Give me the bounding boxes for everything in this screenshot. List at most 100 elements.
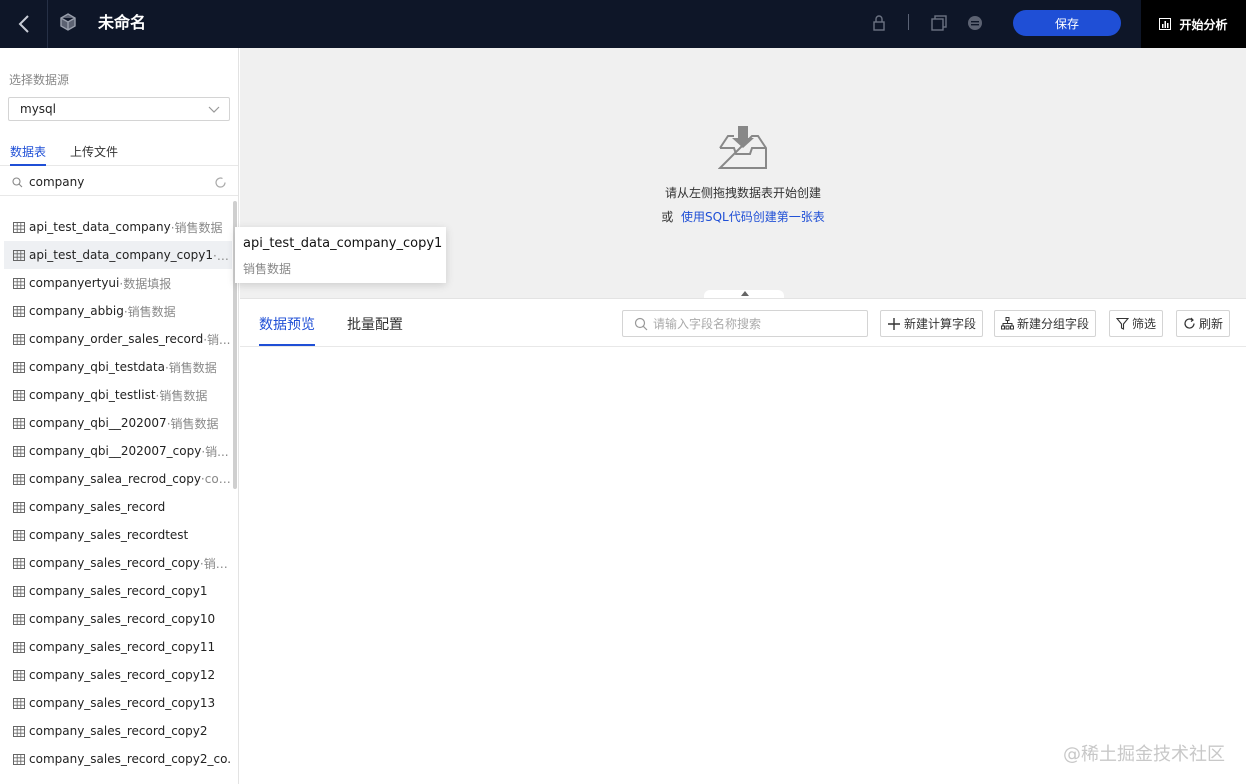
table-name: company_sales_record_copy1 [29, 584, 208, 598]
table-datasource: ·数据填报 [119, 276, 172, 291]
loading-icon [215, 177, 226, 188]
table-list-item[interactable]: company_abbig ·销售数据 [4, 297, 232, 325]
table-list-item[interactable]: company_qbi__202007 ·销售数据 [4, 409, 232, 437]
new-calc-field-button[interactable]: 新建计算字段 [880, 310, 984, 337]
table-list-item[interactable]: api_test_data_company_copy1·销... [4, 241, 232, 269]
table-list-item[interactable]: company_sales_record_copy2 [4, 717, 232, 745]
copy-icon[interactable] [930, 14, 948, 32]
table-list-item[interactable]: company_qbi__202007_copy ·销... [4, 437, 232, 465]
table-list-item[interactable]: api_test_data_company ·销售数据 [4, 213, 232, 241]
start-analysis-label: 开始分析 [1179, 17, 1228, 32]
table-name: company_order_sales_record [29, 332, 204, 346]
table-name: company_sales_record_copy2_co... [29, 752, 232, 766]
table-list-item[interactable]: company_sales_record [4, 493, 232, 521]
table-icon [13, 669, 25, 681]
table-icon [13, 361, 25, 373]
start-analysis-button[interactable]: 开始分析 [1141, 0, 1246, 48]
search-icon [12, 177, 23, 188]
lock-icon[interactable] [870, 14, 888, 32]
filter-icon [1116, 317, 1129, 330]
plus-icon [888, 317, 900, 330]
table-icon [13, 613, 25, 625]
table-list-item[interactable]: company_qbi_testlist ·销售数据 [4, 381, 232, 409]
table-name: company_qbi__202007_copy [29, 444, 202, 458]
refresh-button[interactable]: 刷新 [1176, 310, 1231, 337]
table-icon [13, 697, 25, 709]
table-icon [13, 725, 25, 737]
tab-data-preview[interactable]: 数据预览 [259, 314, 315, 334]
new-group-field-button[interactable]: 新建分组字段 [994, 310, 1097, 337]
table-icon [13, 305, 25, 317]
field-search-input[interactable] [653, 315, 853, 333]
table-name: company_sales_record_copy13 [29, 696, 216, 710]
table-list-item[interactable]: company_sales_record_copy1 [4, 577, 232, 605]
watermark: @稀土掘金技术社区 [1063, 744, 1225, 765]
table-datasource: ·销售数据 [155, 388, 208, 403]
table-list-item[interactable]: company_sales_record_copy10 [4, 605, 232, 633]
preview-tabs: 数据预览 批量配置 新建计算字段 新建分组字段 筛选 刷新 [240, 299, 1246, 347]
new-calc-field-label: 新建计算字段 [904, 317, 977, 331]
table-name: api_test_data_company [29, 220, 171, 234]
table-list-item[interactable]: company_sales_record_copy·销售... [4, 549, 232, 577]
filter-button[interactable]: 筛选 [1109, 310, 1164, 337]
bottom-panel: 数据预览 批量配置 新建计算字段 新建分组字段 筛选 刷新 [240, 298, 1246, 784]
datasource-select[interactable]: mysql [8, 97, 230, 121]
table-name: company_qbi__202007 [29, 416, 167, 430]
hierarchy-icon [1001, 317, 1014, 330]
left-panel: 选择数据源 mysql 数据表 上传文件 company api_test_da… [0, 48, 239, 784]
back-button[interactable] [0, 0, 48, 48]
or-text: 或 [661, 210, 674, 224]
table-name: company_sales_record_copy12 [29, 668, 216, 682]
field-search[interactable] [622, 310, 868, 337]
table-list-item[interactable]: company_sales_record_copy2_co... [4, 745, 232, 773]
table-search[interactable]: company [0, 170, 238, 196]
table-icon [13, 333, 25, 345]
caret-up-icon [741, 291, 749, 296]
active-tab-indicator [10, 164, 46, 166]
table-icon [13, 501, 25, 513]
table-list-item[interactable]: company_sales_record_copy12 [4, 661, 232, 689]
panel-splitter[interactable] [704, 290, 784, 298]
table-datasource: ·销售数据 [164, 360, 217, 375]
table-list-item[interactable]: company_sales_recordtest [4, 521, 232, 549]
tab-upload[interactable]: 上传文件 [70, 143, 118, 160]
table-list-item[interactable]: company_order_sales_record ·销... [4, 325, 232, 353]
table-list-item[interactable]: company_sales_record_copy11 [4, 633, 232, 661]
tooltip-title: api_test_data_company_copy1 [243, 236, 443, 251]
table-icon [13, 277, 25, 289]
table-icon [13, 221, 25, 233]
page-title[interactable]: 未命名 [98, 12, 146, 34]
table-datasource: ·销售数据 [170, 220, 223, 235]
cube-icon [60, 13, 76, 31]
table-list-item[interactable]: company_qbi_testdata ·销售数据 [4, 353, 232, 381]
save-button[interactable]: 保存 [1013, 10, 1121, 36]
table-icon [13, 445, 25, 457]
datasource-label: 选择数据源 [9, 73, 70, 87]
table-list-item[interactable]: company_salea_recrod_copy·com... [4, 465, 232, 493]
table-name: company_abbig [29, 304, 124, 318]
filter-label: 筛选 [1132, 317, 1157, 331]
table-name: api_test_data_company_copy1 [29, 248, 213, 262]
table-name: company_qbi_testdata [29, 360, 165, 374]
table-icon [13, 529, 25, 541]
table-datasource: ·com... [200, 472, 232, 486]
table-list: api_test_data_company ·销售数据 api_test_data_… [0, 213, 232, 773]
table-name: company_sales_record_copy2 [29, 724, 208, 738]
table-icon [13, 753, 25, 765]
table-icon [13, 249, 25, 261]
comment-icon[interactable] [966, 14, 984, 32]
chart-icon [1159, 18, 1172, 30]
chevron-down-icon [208, 106, 220, 113]
sql-link-row: 或 使用SQL代码创建第一张表 [240, 208, 1246, 225]
refresh-icon [1184, 317, 1195, 329]
table-datasource: ·销... [201, 444, 229, 459]
table-name: company_sales_record_copy [29, 556, 200, 570]
sql-create-link[interactable]: 使用SQL代码创建第一张表 [681, 210, 825, 224]
datasource-value: mysql [20, 102, 56, 116]
tab-batch-config[interactable]: 批量配置 [347, 314, 403, 334]
tab-tables[interactable]: 数据表 [10, 143, 46, 160]
table-name: company_sales_record_copy10 [29, 612, 216, 626]
table-list-item[interactable]: company_sales_record_copy13 [4, 689, 232, 717]
table-list-item[interactable]: companyertyui ·数据填报 [4, 269, 232, 297]
table-icon [13, 417, 25, 429]
